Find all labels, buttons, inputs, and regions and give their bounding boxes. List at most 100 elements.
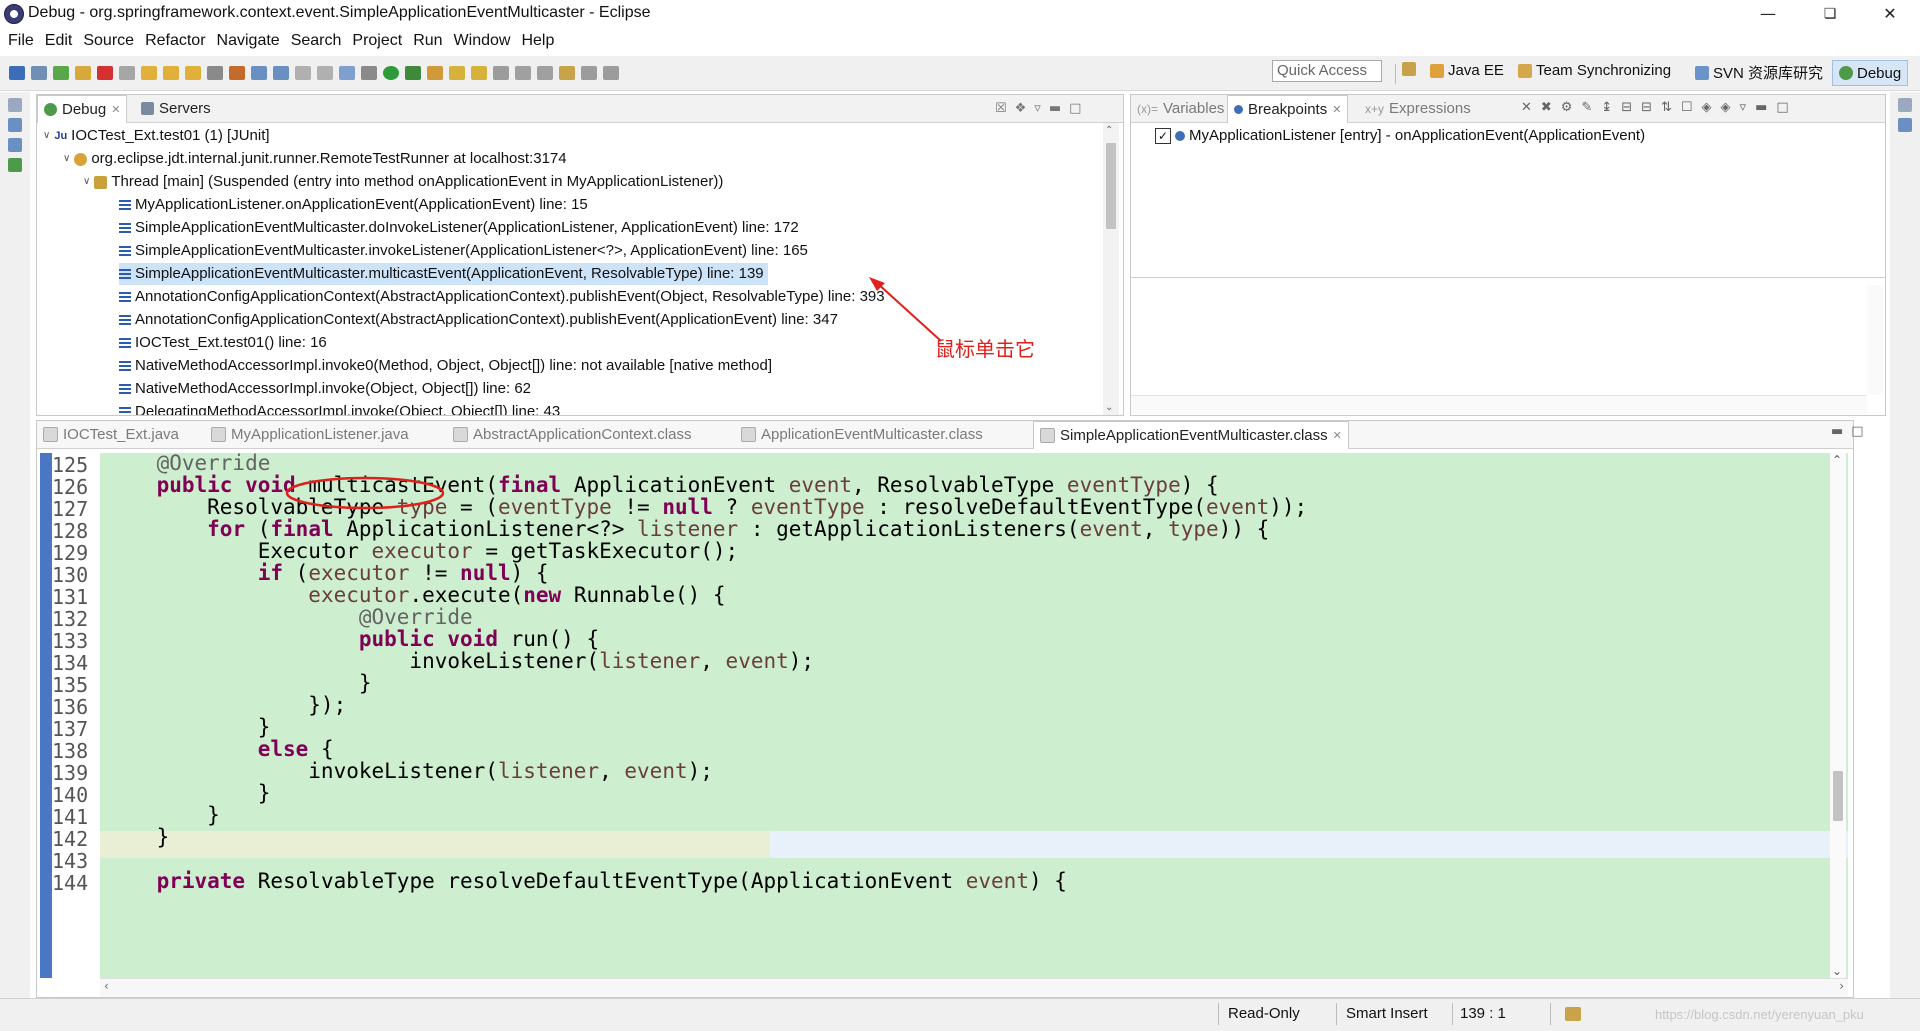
breakpoint-row[interactable]: ✓ MyApplicationListener [entry] - onAppl… <box>1155 125 1645 147</box>
skip-breakpoints-icon[interactable] <box>31 66 47 80</box>
restore-view-icon[interactable] <box>1898 98 1912 112</box>
step-into-icon[interactable] <box>141 66 157 80</box>
perspective-java-ee[interactable]: Java EE <box>1430 62 1504 79</box>
tab-breakpoints[interactable]: Breakpoints ✕ <box>1227 95 1349 123</box>
tab-expressions[interactable]: x+y Expressions <box>1359 95 1477 122</box>
quick-access-input[interactable]: Quick Access <box>1272 60 1382 82</box>
stack-frame-row[interactable]: IOCTest_Ext.test01() line: 16 <box>119 332 327 354</box>
detail-pane-hscrollbar[interactable] <box>1131 395 1867 414</box>
menu-edit[interactable]: Edit <box>45 32 73 50</box>
external-tools-icon[interactable] <box>427 66 443 80</box>
copy-icon[interactable] <box>317 66 333 80</box>
tab-debug[interactable]: Debug ✕ <box>37 95 128 123</box>
print-icon[interactable] <box>295 66 311 80</box>
scroll-down-icon[interactable]: ⌄ <box>1105 402 1113 413</box>
open-package-icon[interactable] <box>471 66 487 80</box>
code-line[interactable]: } <box>106 824 170 851</box>
restore-button[interactable]: ❏ <box>1808 2 1852 26</box>
progress-icon[interactable] <box>1565 1007 1581 1021</box>
annotation-next-icon[interactable] <box>515 66 531 80</box>
outline-icon[interactable] <box>1898 118 1912 132</box>
coverage-icon[interactable] <box>405 66 421 80</box>
disconnect-icon[interactable] <box>119 66 135 80</box>
tree-item-debug-target[interactable]: ∨ org.eclipse.jdt.internal.junit.runner.… <box>63 148 567 170</box>
menu-navigate[interactable]: Navigate <box>217 32 280 50</box>
stack-frame-row-selected[interactable]: SimpleApplicationEventMulticaster.multic… <box>119 263 768 285</box>
scroll-down-icon[interactable]: ⌄ <box>1832 964 1842 978</box>
stack-frame-row[interactable]: SimpleApplicationEventMulticaster.doInvo… <box>119 217 799 239</box>
resume-icon[interactable] <box>53 66 69 80</box>
forward-icon[interactable] <box>603 66 619 80</box>
menu-source[interactable]: Source <box>83 32 134 50</box>
chevron-down-icon[interactable]: ∨ <box>83 171 90 193</box>
open-perspective-button[interactable] <box>1402 62 1416 76</box>
menu-file[interactable]: File <box>8 32 34 50</box>
tree-item-thread[interactable]: ∨ Thread [main] (Suspended (entry into m… <box>83 171 723 193</box>
scrollbar-thumb[interactable] <box>1833 771 1843 821</box>
scrollbar-thumb[interactable] <box>1106 143 1116 229</box>
outline-icon[interactable] <box>8 138 22 152</box>
tab-variables[interactable]: (x)= Variables <box>1131 95 1230 122</box>
package-explorer-icon[interactable] <box>8 118 22 132</box>
stack-frame-row[interactable]: AnnotationConfigApplicationContext(Abstr… <box>119 309 838 331</box>
scroll-up-icon[interactable]: ⌃ <box>1105 125 1113 136</box>
editor-hscrollbar[interactable]: ‹ › <box>100 978 1848 997</box>
perspective-svn[interactable]: SVN 资源库研究 <box>1695 62 1823 83</box>
step-return-icon[interactable] <box>185 66 201 80</box>
open-folder-icon[interactable] <box>449 66 465 80</box>
detail-pane-scrollbar[interactable] <box>1867 285 1883 395</box>
stack-frame-row[interactable]: AnnotationConfigApplicationContext(Abstr… <box>119 286 885 308</box>
code-line[interactable]: private ResolvableType resolveDefaultEve… <box>106 868 1067 895</box>
perspective-team-sync[interactable]: Team Synchronizing <box>1518 62 1671 79</box>
terminate-icon[interactable] <box>97 66 113 80</box>
scroll-up-icon[interactable]: ⌃ <box>1832 453 1842 467</box>
new-wizard-icon[interactable] <box>251 66 267 80</box>
menu-refactor[interactable]: Refactor <box>145 32 205 50</box>
stack-frame-row[interactable]: DelegatingMethodAccessorImpl.invoke(Obje… <box>119 401 560 415</box>
console-icon[interactable] <box>8 158 22 172</box>
save-icon[interactable] <box>9 66 25 80</box>
editor-tab[interactable]: AbstractApplicationContext.class <box>447 421 697 448</box>
stack-frame-row[interactable]: NativeMethodAccessorImpl.invoke(Object, … <box>119 378 531 400</box>
back-icon[interactable] <box>581 66 597 80</box>
breakpoints-view-toolbar[interactable]: ✕✖⚙✎↨⊟⊟⇅☐◈◈▿▬□ <box>1521 100 1798 115</box>
tree-item-launch[interactable]: ∨ Ju IOCTest_Ext.test01 (1) [JUnit] <box>43 125 270 147</box>
restore-view-icon[interactable] <box>8 98 22 112</box>
debug-launch-icon[interactable] <box>361 66 377 80</box>
step-over-icon[interactable] <box>163 66 179 80</box>
last-edit-icon[interactable] <box>559 66 575 80</box>
debug-view-toolbar[interactable]: ☒❖▿▬□ <box>995 101 1089 116</box>
editor-tab[interactable]: IOCTest_Ext.java <box>37 421 185 448</box>
editor-view-toolbar[interactable]: ▬□ <box>1831 424 1872 439</box>
close-tab-icon[interactable]: ✕ <box>1333 429 1342 442</box>
close-tab-icon[interactable]: ✕ <box>111 103 120 116</box>
stack-frame-row[interactable]: NativeMethodAccessorImpl.invoke0(Method,… <box>119 355 772 377</box>
stack-frame-row[interactable]: MyApplicationListener.onApplicationEvent… <box>119 194 588 216</box>
menu-project[interactable]: Project <box>352 32 402 50</box>
editor-vscrollbar[interactable]: ⌃ ⌄ <box>1830 453 1846 978</box>
breakpoint-checkbox[interactable]: ✓ <box>1155 128 1171 144</box>
use-step-filters-icon[interactable] <box>229 66 245 80</box>
drop-to-frame-icon[interactable] <box>207 66 223 80</box>
chevron-down-icon[interactable]: ∨ <box>43 125 50 147</box>
close-tab-icon[interactable]: ✕ <box>1332 103 1341 116</box>
perspective-debug[interactable]: Debug <box>1832 60 1909 86</box>
open-type-icon[interactable] <box>273 66 289 80</box>
scroll-left-icon[interactable]: ‹ <box>104 979 109 993</box>
debug-tree-scrollbar[interactable]: ⌃ ⌄ <box>1103 123 1119 415</box>
run-icon[interactable] <box>383 66 399 80</box>
editor-tab-active[interactable]: SimpleApplicationEventMulticaster.class … <box>1033 421 1349 449</box>
suspend-icon[interactable] <box>75 66 91 80</box>
code-editor[interactable]: 125 @Override 126 public void multicastEv… <box>40 453 1848 978</box>
menu-run[interactable]: Run <box>413 32 442 50</box>
menu-window[interactable]: Window <box>454 32 511 50</box>
toggle-mark-icon[interactable] <box>339 66 355 80</box>
editor-tab[interactable]: MyApplicationListener.java <box>205 421 415 448</box>
tab-servers[interactable]: Servers <box>135 95 217 122</box>
editor-tab[interactable]: ApplicationEventMulticaster.class <box>735 421 989 448</box>
minimize-button[interactable]: — <box>1746 2 1790 26</box>
menu-search[interactable]: Search <box>291 32 342 50</box>
stack-frame-row[interactable]: SimpleApplicationEventMulticaster.invoke… <box>119 240 808 262</box>
annotation-prev-icon[interactable] <box>537 66 553 80</box>
search-tool-icon[interactable] <box>493 66 509 80</box>
